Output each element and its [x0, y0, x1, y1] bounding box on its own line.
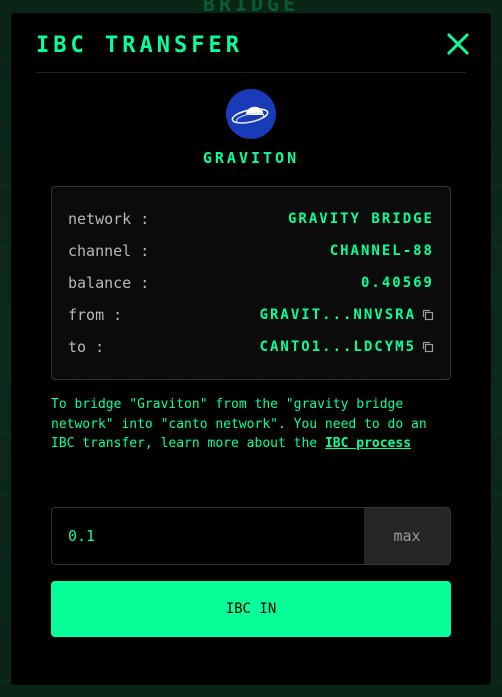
- max-button[interactable]: max: [364, 508, 450, 564]
- from-label: from :: [68, 306, 123, 324]
- transfer-details-card: network : GRAVITY BRIDGE channel : CHANN…: [51, 186, 451, 380]
- graviton-logo: [226, 89, 276, 139]
- channel-label: channel :: [68, 242, 150, 260]
- ibc-transfer-modal: IBC TRANSFER GRAVITON network : GRAVITY …: [11, 13, 491, 685]
- close-icon[interactable]: [445, 31, 471, 57]
- to-address[interactable]: CANTO1...LDCYM5: [260, 339, 434, 355]
- ibc-process-link[interactable]: IBC process: [325, 436, 411, 451]
- header-divider: [36, 72, 466, 73]
- copy-icon[interactable]: [422, 341, 434, 353]
- balance-value: 0.40569: [360, 275, 434, 291]
- copy-icon[interactable]: [422, 309, 434, 321]
- amount-input[interactable]: [52, 508, 364, 564]
- token-name: GRAVITON: [202, 149, 300, 167]
- bridge-notice: To bridge "Graviton" from the "gravity b…: [51, 395, 451, 454]
- network-label: network :: [68, 210, 150, 228]
- detail-row-balance: balance : 0.40569: [68, 272, 434, 294]
- detail-row-to: to : CANTO1...LDCYM5: [68, 336, 434, 358]
- detail-row-from: from : GRAVIT...NNVSRA: [68, 304, 434, 326]
- amount-field: max: [51, 507, 451, 565]
- detail-row-channel: channel : CHANNEL-88: [68, 240, 434, 262]
- detail-row-network: network : GRAVITY BRIDGE: [68, 208, 434, 230]
- modal-title: IBC TRANSFER: [36, 33, 243, 58]
- balance-label: balance :: [68, 274, 150, 292]
- network-value: GRAVITY BRIDGE: [287, 211, 434, 227]
- from-address[interactable]: GRAVIT...NNVSRA: [260, 307, 434, 323]
- channel-value: CHANNEL-88: [329, 243, 434, 259]
- to-label: to :: [68, 338, 105, 356]
- ibc-in-button[interactable]: IBC IN: [51, 581, 451, 637]
